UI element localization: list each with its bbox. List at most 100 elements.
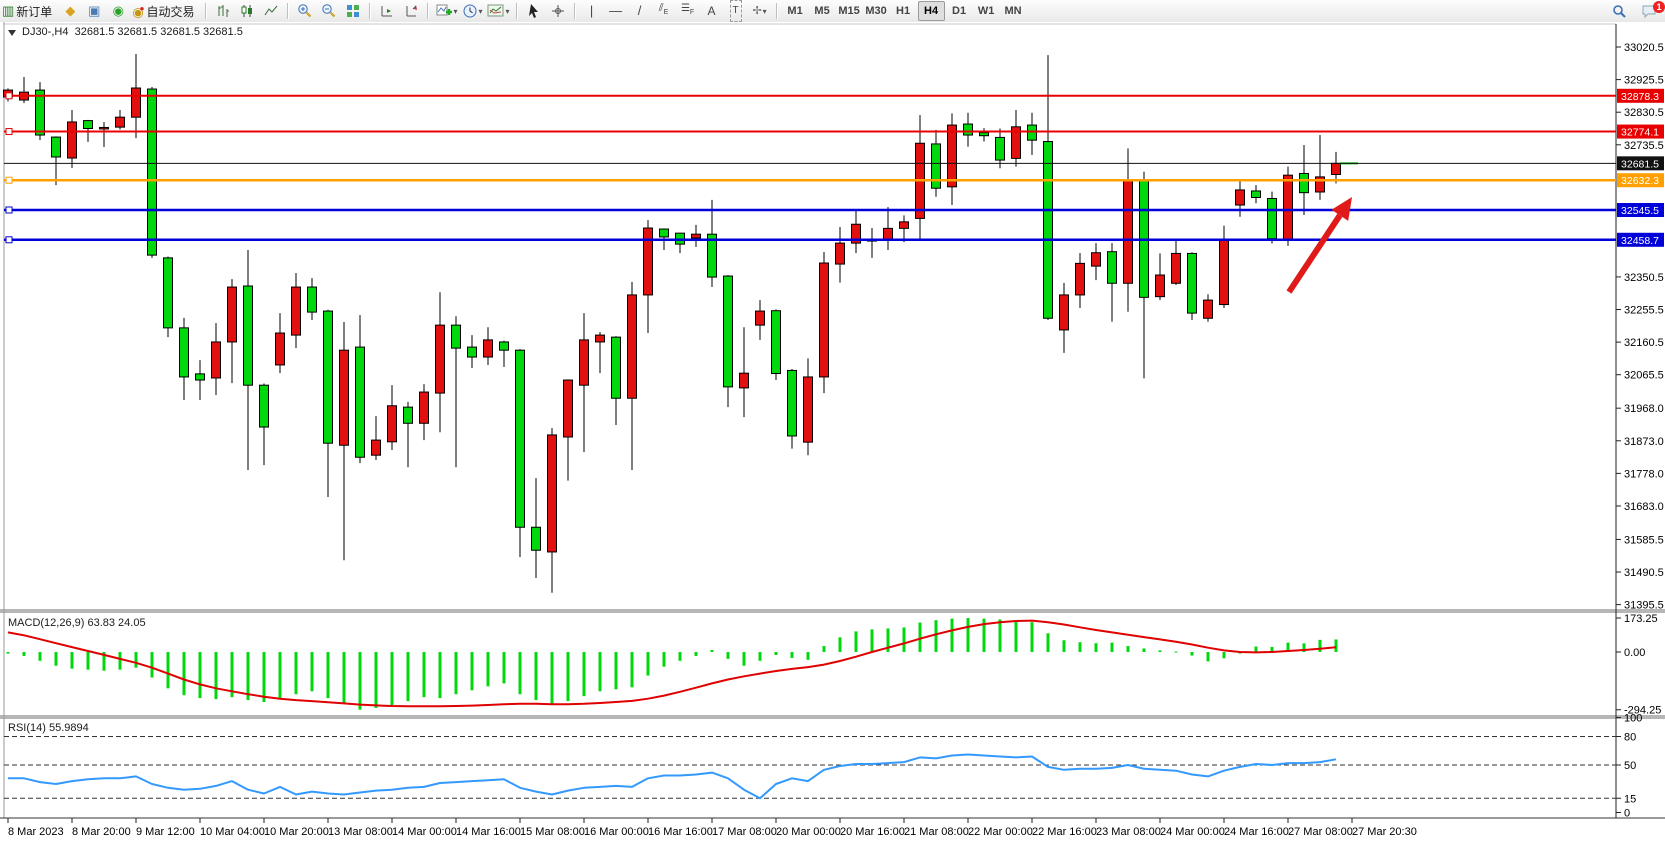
gold-diamond-icon: ◆ [65,1,75,21]
text-button[interactable]: A [700,1,724,21]
candle [452,325,461,348]
macd-bar [679,652,682,661]
candle [644,228,653,295]
chart-window-button[interactable]: ◆ [58,1,82,21]
line-handle[interactable] [6,129,12,135]
indicators-button[interactable]: ▾ [433,1,460,21]
chart-shift-button[interactable] [375,1,399,21]
price-badge-label: 32458.7 [1621,235,1659,247]
time-tick-label: 27 Mar 08:00 [1288,826,1353,838]
zoom-in-button[interactable] [293,1,317,21]
candle [964,124,973,135]
auto-trading-icon: ◉● [132,0,144,23]
notification-badge: 1 [1653,1,1665,13]
candle [932,144,941,188]
price-tick-label: 32065.5 [1624,370,1664,382]
timeframe-MN[interactable]: MN [1001,2,1026,20]
time-tick-label: 14 Mar 00:00 [392,826,457,838]
line-handle[interactable] [6,207,12,213]
template-button[interactable]: ▾ [485,1,512,21]
candle [516,350,525,527]
macd-bar [439,652,442,698]
candle [84,121,93,129]
zoom-in-icon [297,3,313,19]
timeframe-M30[interactable]: M30 [864,2,889,20]
line-handle[interactable] [6,177,12,183]
timeframe-M15[interactable]: M15 [837,2,862,20]
candle [660,229,669,237]
macd-bar [1159,650,1162,652]
candle [532,527,541,550]
bar-chart-button[interactable] [211,1,235,21]
candle [228,287,237,342]
macd-bar [743,652,746,666]
candle [1284,175,1293,240]
vertical-line-button[interactable]: | [580,1,604,21]
price-tick-label: 33020.5 [1624,42,1664,54]
trendline-button[interactable]: / [628,1,652,21]
macd-bar [1015,621,1018,652]
price-badge-label: 32681.5 [1621,158,1659,170]
chevron-down-icon: ▾ [479,7,483,16]
candle [740,373,749,388]
price-tick-label: 31778.0 [1624,468,1664,480]
search-button[interactable] [1607,1,1631,21]
candle [196,374,205,380]
rsi-tick-label: 0 [1624,808,1630,820]
time-tick-label: 8 Mar 2023 [8,826,64,838]
equidistant-channel-button[interactable]: ⫽E [652,1,676,21]
cursor-icon [527,3,541,19]
macd-bar [55,652,58,666]
timeframe-D1[interactable]: D1 [947,2,972,20]
auto-scroll-button[interactable] [399,1,423,21]
toolbar-separator [776,3,778,19]
cursor-button[interactable] [522,1,546,21]
data-window-button[interactable]: ◉ [106,1,130,21]
toolbar: ▥ 新订单 ◆ ▣ ◉ ◉● 自动交易 [0,0,1665,23]
timeframe-H1[interactable]: H1 [891,2,916,20]
candlestick-chart-button[interactable] [235,1,259,21]
candle [244,286,253,385]
chart-canvas[interactable]: 33020.532925.532830.532735.532350.532255… [0,22,1665,841]
period-button[interactable]: ▾ [460,1,485,21]
fibonacci-button[interactable]: ☰F [676,1,700,21]
candle [1124,180,1133,283]
notifications-button[interactable]: 1 [1637,1,1661,21]
indicators-icon [435,3,453,19]
timeframe-M1[interactable]: M1 [783,2,808,20]
macd-bar [23,652,26,656]
horizontal-line-button[interactable]: — [604,1,628,21]
candle [1156,275,1165,297]
timeframe-W1[interactable]: W1 [974,2,999,20]
time-tick-label: 22 Mar 16:00 [1032,826,1097,838]
new-order-button[interactable]: ▥ 新订单 [0,1,58,21]
arrows-button[interactable]: ✢▾ [748,1,772,21]
price-tick-label: 32925.5 [1624,75,1664,87]
rsi-tick-label: 50 [1624,760,1636,772]
quick-trade-toggle-icon[interactable] [8,30,16,36]
tile-windows-button[interactable] [341,1,365,21]
line-chart-button[interactable] [259,1,283,21]
text-label-button[interactable]: T [724,1,748,21]
candle [628,295,637,398]
market-watch-icon: ▣ [88,1,100,21]
price-tick-label: 32160.5 [1624,337,1664,349]
macd-bar [39,652,42,661]
line-handle[interactable] [6,93,12,99]
candlestick-chart-icon [239,3,255,19]
crosshair-button[interactable] [546,1,570,21]
zoom-out-button[interactable] [317,1,341,21]
zoom-out-icon [321,3,337,19]
macd-bar [423,652,426,697]
macd-bar [1047,633,1050,652]
macd-bar [519,652,522,694]
auto-trading-button[interactable]: ◉● 自动交易 [130,1,200,21]
market-watch-button[interactable]: ▣ [82,1,106,21]
time-tick-label: 24 Mar 00:00 [1160,826,1225,838]
price-tick-label: 31683.0 [1624,501,1664,513]
timeframe-H4[interactable]: H4 [918,1,945,21]
chart-window[interactable]: 33020.532925.532830.532735.532350.532255… [0,22,1665,841]
line-handle[interactable] [6,237,12,243]
macd-bar [919,623,922,652]
timeframe-M5[interactable]: M5 [810,2,835,20]
